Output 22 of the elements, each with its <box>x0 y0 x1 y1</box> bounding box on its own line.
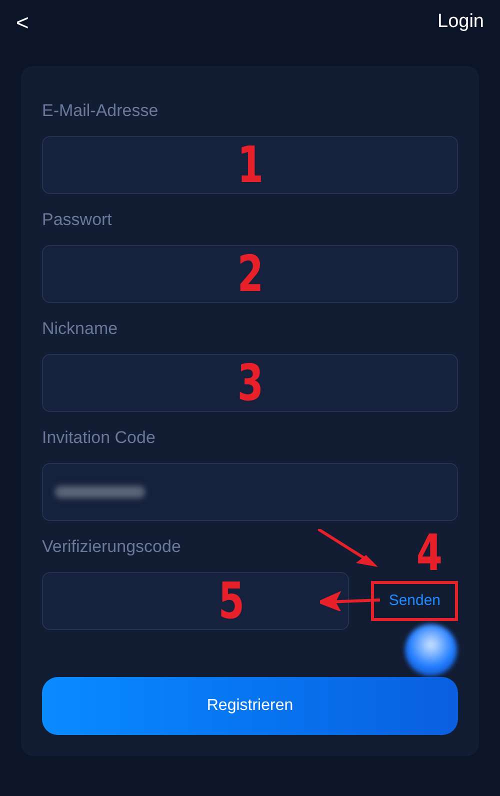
input-field[interactable] <box>42 463 458 521</box>
field-label: Verifizierungscode <box>42 536 181 558</box>
annotation-number: 2 <box>237 249 264 299</box>
input-field[interactable]: 2 <box>42 245 458 303</box>
annotation-number: 5 <box>218 576 244 626</box>
register-button[interactable]: Registrieren <box>42 677 458 735</box>
field-label: Passwort <box>42 209 112 231</box>
input-field[interactable] <box>42 572 350 630</box>
field-label: E-Mail-Adresse <box>42 100 158 122</box>
floating-chat-button[interactable] <box>405 624 457 676</box>
login-link[interactable]: Login <box>438 8 484 36</box>
back-button[interactable]: < <box>16 6 29 38</box>
input-field[interactable]: 1 <box>42 136 458 194</box>
send-button[interactable]: Senden <box>371 581 458 621</box>
input-field[interactable]: 3 <box>42 354 458 412</box>
annotation-number: 3 <box>237 358 264 408</box>
field-label: Nickname <box>42 318 118 340</box>
annotation-number: 4 <box>416 528 442 578</box>
annotation-arrow <box>320 591 380 611</box>
annotation-arrow <box>318 529 380 569</box>
annotation-number: 1 <box>237 140 264 190</box>
field-label: Invitation Code <box>42 427 156 449</box>
